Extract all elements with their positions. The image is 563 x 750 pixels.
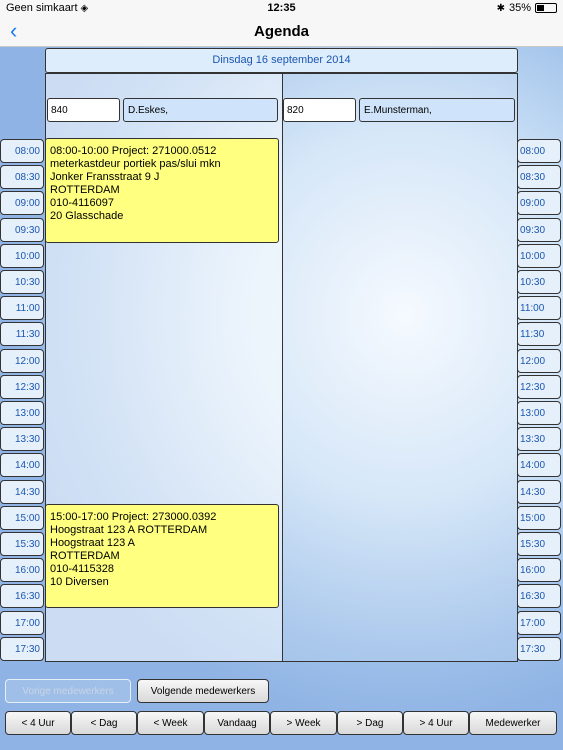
time-slot-right[interactable]: 09:30: [517, 217, 561, 242]
employee-name-1[interactable]: D.Eskes,: [123, 98, 278, 122]
nav-bar: ‹ Agenda: [0, 16, 563, 47]
time-slot-left[interactable]: 16:00: [0, 558, 44, 583]
battery-icon: [535, 3, 557, 13]
next-employees-button[interactable]: Volgende medewerkers: [137, 679, 269, 703]
prev-day-button[interactable]: < Dag: [71, 711, 137, 735]
time-slot-left[interactable]: 17:00: [0, 610, 44, 635]
time-slot-right[interactable]: 10:00: [517, 243, 561, 268]
date-header: Dinsdag 16 september 2014: [45, 48, 518, 73]
time-slot-right[interactable]: 11:30: [517, 322, 561, 347]
employee-name-2[interactable]: E.Munsterman,: [359, 98, 515, 122]
employee-button[interactable]: Medewerker: [469, 711, 557, 735]
time-slot-left[interactable]: 10:30: [0, 270, 44, 294]
appointment-line: ROTTERDAM: [50, 550, 120, 562]
appointment-2[interactable]: 15:00-17:00 Project: 273000.0392 Hoogstr…: [45, 504, 279, 608]
status-bar: Geen simkaart ◈ 12:35 ✱ 35%: [0, 0, 563, 16]
employee-column-2[interactable]: [282, 73, 518, 662]
appointment-1[interactable]: 08:00-10:00 Project: 271000.0512 meterka…: [45, 138, 279, 243]
bluetooth-icon: ✱: [496, 2, 505, 14]
appointment-line: meterkastdeur portiek pas/slui mkn: [50, 158, 221, 170]
appointment-line: 010-4116097: [50, 197, 115, 209]
employee-code-1[interactable]: 840: [47, 98, 120, 122]
appointment-line: 08:00-10:00 Project: 271000.0512: [50, 145, 217, 157]
time-slot-right[interactable]: 11:00: [517, 296, 561, 321]
time-slot-right[interactable]: 15:30: [517, 532, 561, 556]
time-slot-left[interactable]: 09:00: [0, 191, 44, 216]
time-slot-right[interactable]: 17:30: [517, 636, 561, 661]
employee-code-2[interactable]: 820: [283, 98, 356, 122]
time-slot-left[interactable]: 14:00: [0, 453, 44, 478]
today-button[interactable]: Vandaag: [204, 711, 270, 735]
time-slot-left[interactable]: 14:30: [0, 479, 44, 504]
time-slot-right[interactable]: 12:30: [517, 374, 561, 399]
time-slot-right[interactable]: 13:30: [517, 427, 561, 452]
time-slot-right[interactable]: 14:00: [517, 453, 561, 478]
time-slot-right[interactable]: 16:30: [517, 584, 561, 609]
appointment-line: 20 Glasschade: [50, 210, 124, 222]
time-slot-left[interactable]: 16:30: [0, 584, 44, 609]
time-slot-right[interactable]: 16:00: [517, 558, 561, 583]
time-slot-right[interactable]: 08:30: [517, 165, 561, 190]
next-day-button[interactable]: > Dag: [337, 711, 403, 735]
prev-week-button[interactable]: < Week: [137, 711, 204, 735]
time-slot-left[interactable]: 12:00: [0, 348, 44, 373]
time-slot-left[interactable]: 09:30: [0, 217, 44, 242]
time-slot-right[interactable]: 09:00: [517, 191, 561, 216]
back-4-hours-button[interactable]: < 4 Uur: [5, 711, 71, 735]
appointment-line: Hoogstraat 123 A ROTTERDAM: [50, 524, 208, 536]
time-slot-left[interactable]: 12:30: [0, 374, 44, 399]
time-slot-left[interactable]: 17:30: [0, 636, 44, 661]
appointment-line: Jonker Fransstraat 9 J: [50, 171, 160, 183]
time-slot-left[interactable]: 11:30: [0, 322, 44, 347]
appointment-line: 010-4115328: [50, 563, 115, 575]
status-right: ✱ 35%: [497, 2, 557, 14]
time-slot-left[interactable]: 08:30: [0, 165, 44, 190]
battery-percent: 35%: [508, 2, 531, 14]
time-slot-left[interactable]: 15:00: [0, 505, 44, 530]
time-slot-right[interactable]: 10:30: [517, 270, 561, 294]
page-title: Agenda: [253, 23, 309, 40]
appointment-line: Hoogstraat 123 A: [50, 537, 136, 549]
time-slot-right[interactable]: 15:00: [517, 505, 561, 530]
time-slot-right[interactable]: 12:00: [517, 348, 561, 373]
prev-employees-button[interactable]: Vorige medewerkers: [5, 679, 131, 703]
time-slot-right[interactable]: 08:00: [517, 139, 561, 163]
appointment-line: ROTTERDAM: [50, 184, 120, 196]
time-slot-left[interactable]: 10:00: [0, 243, 44, 268]
time-slot-left[interactable]: 08:00: [0, 139, 44, 163]
time-slot-left[interactable]: 15:30: [0, 532, 44, 556]
forward-4-hours-button[interactable]: > 4 Uur: [403, 711, 469, 735]
time-slot-right[interactable]: 13:00: [517, 401, 561, 425]
time-slot-right[interactable]: 17:00: [517, 610, 561, 635]
time-slot-left[interactable]: 13:00: [0, 401, 44, 425]
time-slot-left[interactable]: 11:00: [0, 296, 44, 321]
appointment-line: 10 Diversen: [50, 576, 109, 588]
status-time: 12:35: [267, 2, 296, 14]
time-slot-left[interactable]: 13:30: [0, 427, 44, 452]
next-week-button[interactable]: > Week: [270, 711, 337, 735]
time-slot-right[interactable]: 14:30: [517, 479, 561, 504]
appointment-line: 15:00-17:00 Project: 273000.0392: [50, 511, 217, 523]
